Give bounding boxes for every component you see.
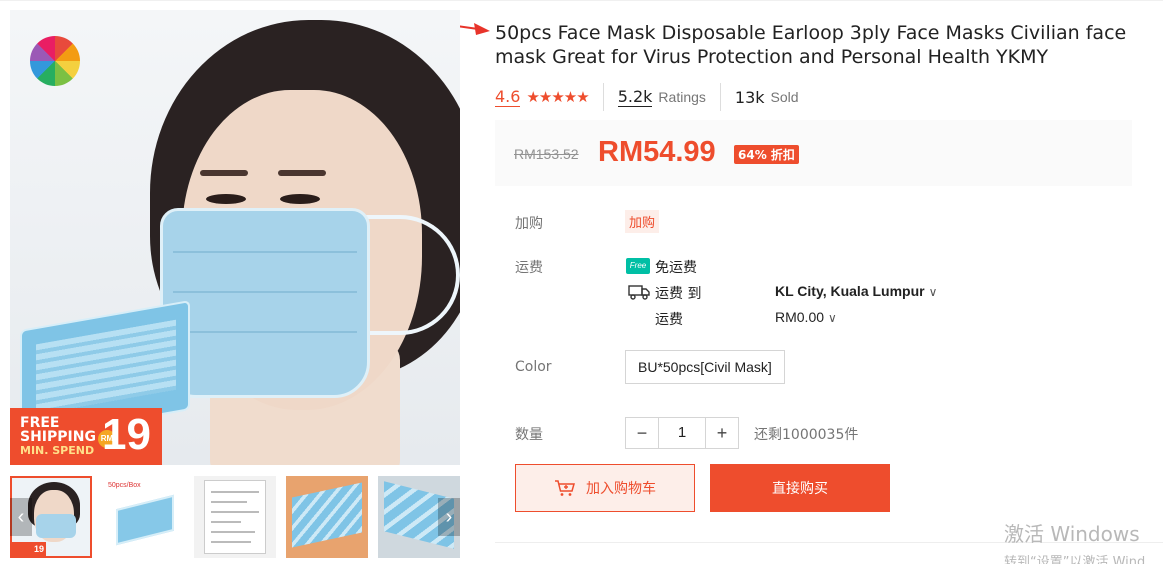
thumbnail-masks-stack[interactable] bbox=[286, 476, 368, 558]
thumb-box-image bbox=[116, 494, 174, 546]
thumb-promo-badge: 19 bbox=[12, 542, 46, 556]
doc-line bbox=[211, 541, 251, 543]
sold-count: 13k bbox=[734, 87, 765, 107]
ratings-label: Ratings bbox=[658, 89, 706, 105]
shipping-fee-value: RM0.00 bbox=[775, 309, 825, 325]
promo-line-1: FREE bbox=[20, 415, 60, 431]
quantity-increase-button[interactable]: + bbox=[706, 418, 738, 448]
sold-label: Sold bbox=[770, 89, 799, 105]
watermark-title: 激活 Windows bbox=[1004, 522, 1140, 546]
chevron-down-icon: ∨ bbox=[828, 311, 837, 325]
shipping-location: KL City, Kuala Lumpur bbox=[775, 283, 925, 299]
model-eye-right bbox=[280, 194, 320, 204]
free-shipping-icon: Free bbox=[626, 258, 650, 274]
quantity-decrease-button[interactable]: − bbox=[626, 418, 658, 448]
thumbnail-certificate[interactable] bbox=[194, 476, 276, 558]
add-to-cart-label: 加入购物车 bbox=[586, 481, 656, 497]
thumb-masks-stack-image bbox=[292, 482, 362, 548]
promo-text: FREE SHIPPING MIN. SPEND bbox=[20, 416, 96, 458]
thumb-certificate-doc bbox=[204, 480, 266, 554]
model-eye-left bbox=[206, 194, 246, 204]
thumb-model-mask bbox=[36, 514, 76, 538]
main-product-image[interactable]: FREE SHIPPING MIN. SPEND RM 19 bbox=[10, 10, 460, 465]
rating-value[interactable]: 4.6 bbox=[495, 87, 521, 107]
mask-pleat bbox=[173, 331, 357, 333]
face-mask bbox=[160, 208, 370, 398]
brand-logo-icon bbox=[30, 36, 80, 86]
watermark-subtitle: 转到“设置”以激活 Wind bbox=[1004, 555, 1146, 564]
doc-line bbox=[211, 501, 247, 503]
variation-label: Color bbox=[515, 359, 552, 375]
addon-tag[interactable]: 加购 bbox=[625, 210, 660, 233]
shipping-fee-select[interactable]: RM0.00 ∨ bbox=[775, 309, 837, 325]
mask-pleat bbox=[173, 251, 357, 253]
chevron-right-icon[interactable]: › bbox=[438, 498, 460, 536]
thumbnail-strip: 19 50pcs/Box ‹ › bbox=[10, 476, 460, 558]
rating-row: 4.6 ★★★★★ 5.2k Ratings 13k Sold bbox=[495, 83, 799, 111]
current-price: RM54.99 bbox=[598, 136, 716, 168]
doc-line bbox=[211, 521, 241, 523]
original-price: RM153.52 bbox=[514, 146, 579, 162]
chevron-left-icon[interactable]: ‹ bbox=[10, 498, 32, 536]
star-rating-icon: ★★★★★ bbox=[526, 89, 589, 106]
doc-line bbox=[211, 531, 255, 533]
product-title: 50pcs Face Mask Disposable Earloop 3ply … bbox=[495, 22, 1127, 68]
divider bbox=[719, 83, 721, 111]
quantity-label: 数量 bbox=[515, 427, 543, 443]
model-brow-left bbox=[200, 170, 248, 176]
variation-option-button[interactable]: BU*50pcs[Civil Mask] bbox=[625, 350, 785, 384]
buy-now-button[interactable]: 直接购买 bbox=[710, 464, 890, 512]
top-divider bbox=[0, 0, 1163, 4]
windows-activation-watermark: 激活 Windows 转到“设置”以激活 Wind bbox=[1004, 518, 1145, 564]
shipping-to-label: 运费 到 bbox=[655, 286, 702, 302]
quantity-input[interactable]: 1 bbox=[658, 418, 706, 448]
price-section: RM153.52 RM54.99 64% 折扣 bbox=[495, 120, 1132, 186]
shipping-location-select[interactable]: KL City, Kuala Lumpur ∨ bbox=[775, 283, 937, 299]
divider bbox=[602, 83, 604, 111]
discount-badge: 64% 折扣 bbox=[734, 145, 799, 164]
thumb-box-caption: 50pcs/Box bbox=[108, 482, 141, 489]
mask-pleat bbox=[173, 291, 357, 293]
cart-plus-icon bbox=[555, 480, 575, 496]
shipping-fee-label: 运费 bbox=[655, 312, 683, 328]
model-brow-right bbox=[278, 170, 326, 176]
addon-label: 加购 bbox=[515, 216, 543, 232]
shipping-label: 运费 bbox=[515, 260, 543, 276]
truck-icon bbox=[628, 285, 650, 300]
free-shipping-text: 免运费 bbox=[655, 260, 697, 276]
promo-amount: 19 bbox=[102, 410, 151, 459]
free-shipping-banner: FREE SHIPPING MIN. SPEND RM 19 bbox=[10, 408, 162, 465]
doc-line bbox=[211, 511, 259, 513]
doc-line bbox=[211, 491, 259, 493]
promo-line-3: MIN. SPEND bbox=[20, 444, 95, 457]
promo-line-2: SHIPPING bbox=[20, 429, 96, 445]
thumbnail-box[interactable]: 50pcs/Box bbox=[102, 476, 184, 558]
add-to-cart-button[interactable]: 加入购物车 bbox=[515, 464, 695, 512]
quantity-stepper: − 1 + bbox=[625, 417, 739, 449]
stock-remaining: 还剩1000035件 bbox=[754, 427, 859, 443]
chevron-down-icon: ∨ bbox=[928, 285, 938, 299]
ratings-count[interactable]: 5.2k bbox=[617, 87, 653, 107]
